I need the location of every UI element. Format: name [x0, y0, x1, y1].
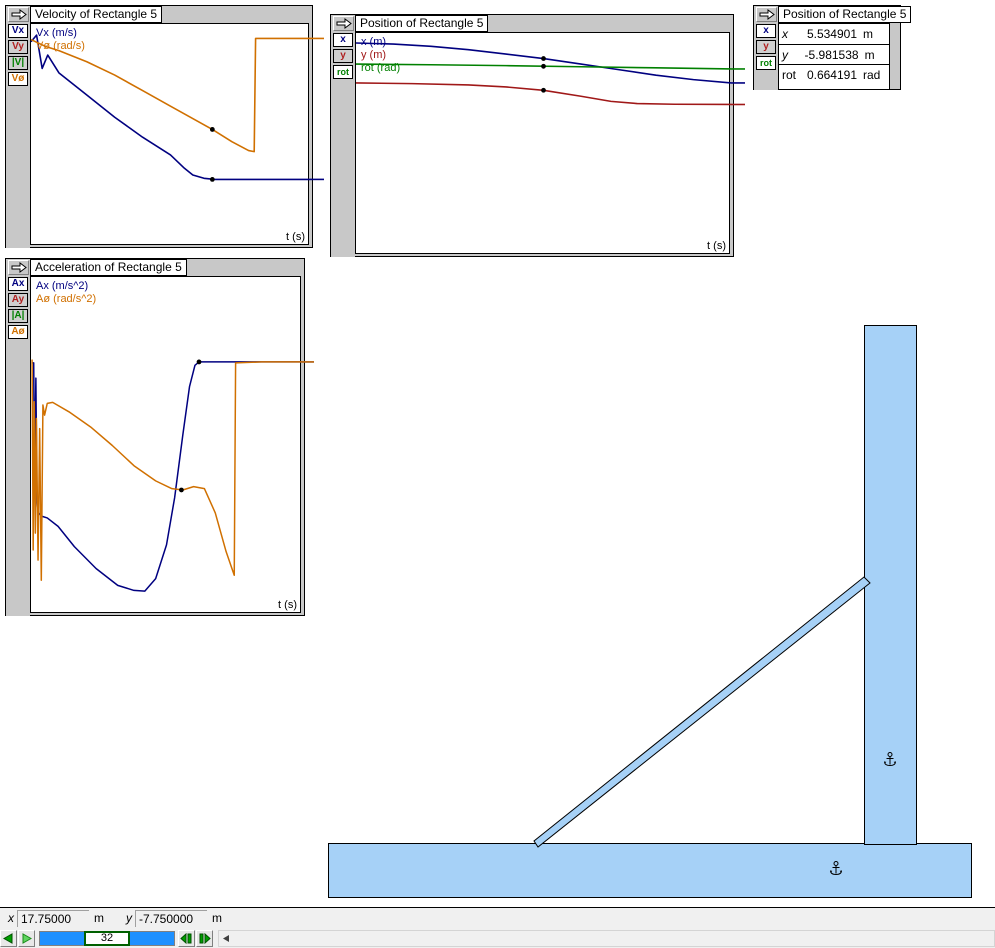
- velocity-window-titlebar[interactable]: Velocity of Rectangle 5: [6, 6, 312, 23]
- meter-unit-x: m: [863, 27, 873, 41]
- position-graph-window[interactable]: Position of Rectangle 5 x y rot x (m) y …: [330, 14, 745, 257]
- meter-value-x: 5.534901: [806, 27, 857, 41]
- velocity-window-title: Velocity of Rectangle 5: [30, 6, 163, 23]
- velocity-btn-vmag[interactable]: |V|: [8, 56, 28, 70]
- meter-label-x: x: [782, 27, 788, 41]
- coordinate-readout: x 17.75000 m y -7.750000 m: [0, 908, 995, 928]
- coord-x-unit: m: [94, 911, 104, 925]
- meter-btn-y[interactable]: y: [756, 40, 776, 54]
- position-window-title: Position of Rectangle 5: [355, 15, 489, 32]
- position-meter-table: x 5.534901 m y -5.981538 m rot 0.664191 …: [778, 23, 890, 90]
- run-button[interactable]: [18, 930, 35, 947]
- velocity-btn-vy[interactable]: Vy: [8, 40, 28, 54]
- meter-row-y: y -5.981538 m: [779, 44, 889, 64]
- coord-x-label: x: [8, 911, 14, 925]
- velocity-x-axis-label: t (s): [286, 231, 305, 243]
- acceleration-btn-amag[interactable]: |A|: [8, 309, 28, 323]
- velocity-plot-area[interactable]: Vx (m/s) Vø (rad/s) t (s): [30, 23, 324, 245]
- coord-x-value[interactable]: 17.75000: [17, 909, 89, 927]
- acceleration-window-title: Acceleration of Rectangle 5: [30, 259, 187, 276]
- frame-number-field[interactable]: 32: [84, 931, 130, 946]
- velocity-graph-window[interactable]: Velocity of Rectangle 5 Vx Vy |V| Vø Vx …: [5, 5, 324, 248]
- acceleration-btn-ay[interactable]: Ay: [8, 293, 28, 307]
- meter-value-rot: 0.664191: [806, 67, 857, 82]
- anchor-wall-icon: [884, 752, 896, 767]
- acceleration-graph-window[interactable]: Acceleration of Rectangle 5 Ax Ay |A| Aø…: [5, 258, 314, 616]
- coord-y-label: y: [126, 911, 132, 925]
- right-arrow-icon[interactable]: [756, 7, 777, 22]
- meter-unit-rot: rad: [863, 67, 881, 82]
- meter-unit-y: m: [864, 47, 875, 62]
- anchor-ground-icon: [830, 861, 842, 876]
- right-arrow-icon[interactable]: [8, 7, 29, 22]
- position-meter-titlebar[interactable]: Position of Rectangle 5: [754, 6, 912, 23]
- position-chart: [355, 42, 745, 106]
- timeline-track[interactable]: 32: [39, 931, 175, 946]
- velocity-chart: [30, 34, 324, 182]
- right-arrow-icon[interactable]: [333, 16, 354, 31]
- velocity-btn-vx[interactable]: Vx: [8, 24, 28, 38]
- scroll-left-arrow-icon[interactable]: [219, 931, 234, 946]
- status-bar: x 17.75000 m y -7.750000 m 32: [0, 907, 995, 948]
- ground-platform[interactable]: [328, 843, 972, 898]
- meter-row-x: x 5.534901 m: [779, 24, 889, 44]
- position-btn-y[interactable]: y: [333, 49, 353, 63]
- velocity-side-buttons: Vx Vy |V| Vø: [6, 23, 30, 248]
- meter-value-y: -5.981538: [804, 47, 859, 62]
- meter-label-y: y: [782, 47, 788, 62]
- acceleration-window-titlebar[interactable]: Acceleration of Rectangle 5: [6, 259, 304, 276]
- meter-label-rot: rot: [782, 67, 797, 82]
- acceleration-btn-arot[interactable]: Aø: [8, 325, 28, 339]
- reset-button[interactable]: [0, 930, 17, 947]
- step-back-button[interactable]: [178, 930, 195, 947]
- acceleration-side-buttons: Ax Ay |A| Aø: [6, 276, 30, 616]
- position-btn-rot[interactable]: rot: [333, 65, 353, 79]
- acceleration-x-axis-label: t (s): [278, 599, 297, 611]
- step-forward-button[interactable]: [196, 930, 213, 947]
- position-side-buttons: x y rot: [331, 32, 355, 257]
- right-arrow-icon[interactable]: [8, 260, 29, 275]
- position-btn-x[interactable]: x: [333, 33, 353, 47]
- meter-btn-rot[interactable]: rot: [756, 56, 776, 70]
- coord-y-unit: m: [212, 911, 222, 925]
- velocity-btn-vrot[interactable]: Vø: [8, 72, 28, 86]
- position-meter-title: Position of Rectangle 5: [778, 6, 912, 23]
- position-window-titlebar[interactable]: Position of Rectangle 5: [331, 15, 733, 32]
- acceleration-plot-area[interactable]: Ax (m/s^2) Aø (rad/s^2) t (s): [30, 276, 314, 613]
- position-plot-area[interactable]: x (m) y (m) rot (rad) t (s): [355, 32, 745, 254]
- position-x-axis-label: t (s): [707, 240, 726, 252]
- playback-controls: 32: [0, 929, 995, 948]
- horizontal-scrollbar[interactable]: [218, 930, 995, 947]
- acceleration-btn-ax[interactable]: Ax: [8, 277, 28, 291]
- coord-y-value[interactable]: -7.750000: [135, 909, 207, 927]
- meter-row-rot: rot 0.664191 rad: [779, 64, 889, 84]
- leaning-rod[interactable]: [530, 575, 875, 850]
- position-meter-side-buttons: x y rot: [754, 23, 778, 90]
- acceleration-chart: [31, 359, 314, 592]
- meter-btn-x[interactable]: x: [756, 24, 776, 38]
- position-meter-window[interactable]: Position of Rectangle 5 x y rot x 5.5349…: [753, 5, 912, 90]
